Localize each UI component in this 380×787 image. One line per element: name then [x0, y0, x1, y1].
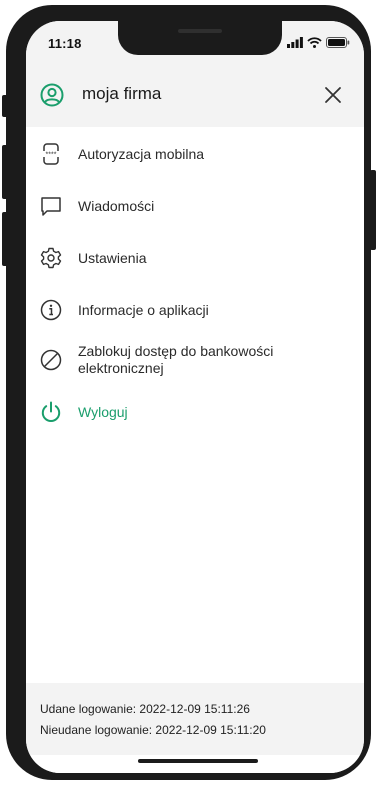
menu-item-label: Informacje o aplikacji — [78, 301, 209, 318]
menu-item-mobile-authorization[interactable]: **** Autoryzacja mobilna — [26, 141, 364, 167]
last-successful-login: Udane logowanie: 2022-12-09 15:11:26 — [40, 702, 250, 716]
menu-item-logout[interactable]: Wyloguj — [26, 399, 364, 425]
info-icon — [40, 299, 62, 321]
signal-icon — [287, 36, 303, 48]
menu-item-app-info[interactable]: Informacje o aplikacji — [26, 297, 364, 323]
menu-item-block-access[interactable]: Zablokuj dostęp do bankowości elektronic… — [26, 343, 364, 377]
settings-icon — [40, 247, 62, 269]
wifi-icon — [307, 36, 322, 48]
menu-item-messages[interactable]: Wiadomości — [26, 193, 364, 219]
status-icons — [287, 35, 350, 49]
power-icon — [41, 401, 61, 423]
home-indicator[interactable] — [138, 759, 258, 763]
menu-item-label: Ustawienia — [78, 249, 147, 266]
status-time: 11:18 — [48, 36, 82, 51]
login-info-footer: Udane logowanie: 2022-12-09 15:11:26 Nie… — [26, 683, 364, 755]
user-circle-icon — [40, 83, 64, 107]
phone-screen: 11:18 moja firma **** Autoryzacja mobiln… — [26, 21, 364, 773]
message-icon — [41, 197, 61, 216]
phone-frame: 11:18 moja firma **** Autoryzacja mobiln… — [6, 5, 371, 780]
mobile-authorization-icon: **** — [40, 143, 62, 165]
menu-header: moja firma — [26, 65, 364, 127]
menu-item-label: Autoryzacja mobilna — [78, 145, 205, 162]
block-icon — [40, 349, 62, 371]
notch — [118, 21, 282, 55]
home-area — [26, 755, 364, 773]
menu-item-label: Wiadomości — [78, 197, 155, 214]
menu-item-label: Zablokuj dostęp do bankowości elektronic… — [78, 343, 274, 376]
company-name: moja firma — [82, 84, 162, 103]
speaker-grille — [178, 29, 222, 33]
menu-item-settings[interactable]: Ustawienia — [26, 245, 364, 271]
close-icon[interactable] — [320, 82, 346, 108]
menu-item-label: Wyloguj — [78, 403, 128, 420]
last-failed-login: Nieudane logowanie: 2022-12-09 15:11:20 — [40, 723, 266, 737]
status-bar: 11:18 — [26, 21, 364, 65]
side-menu: **** Autoryzacja mobilna Wiadomości Usta… — [26, 141, 364, 451]
battery-icon — [326, 36, 350, 48]
svg-text:****: **** — [46, 152, 57, 159]
